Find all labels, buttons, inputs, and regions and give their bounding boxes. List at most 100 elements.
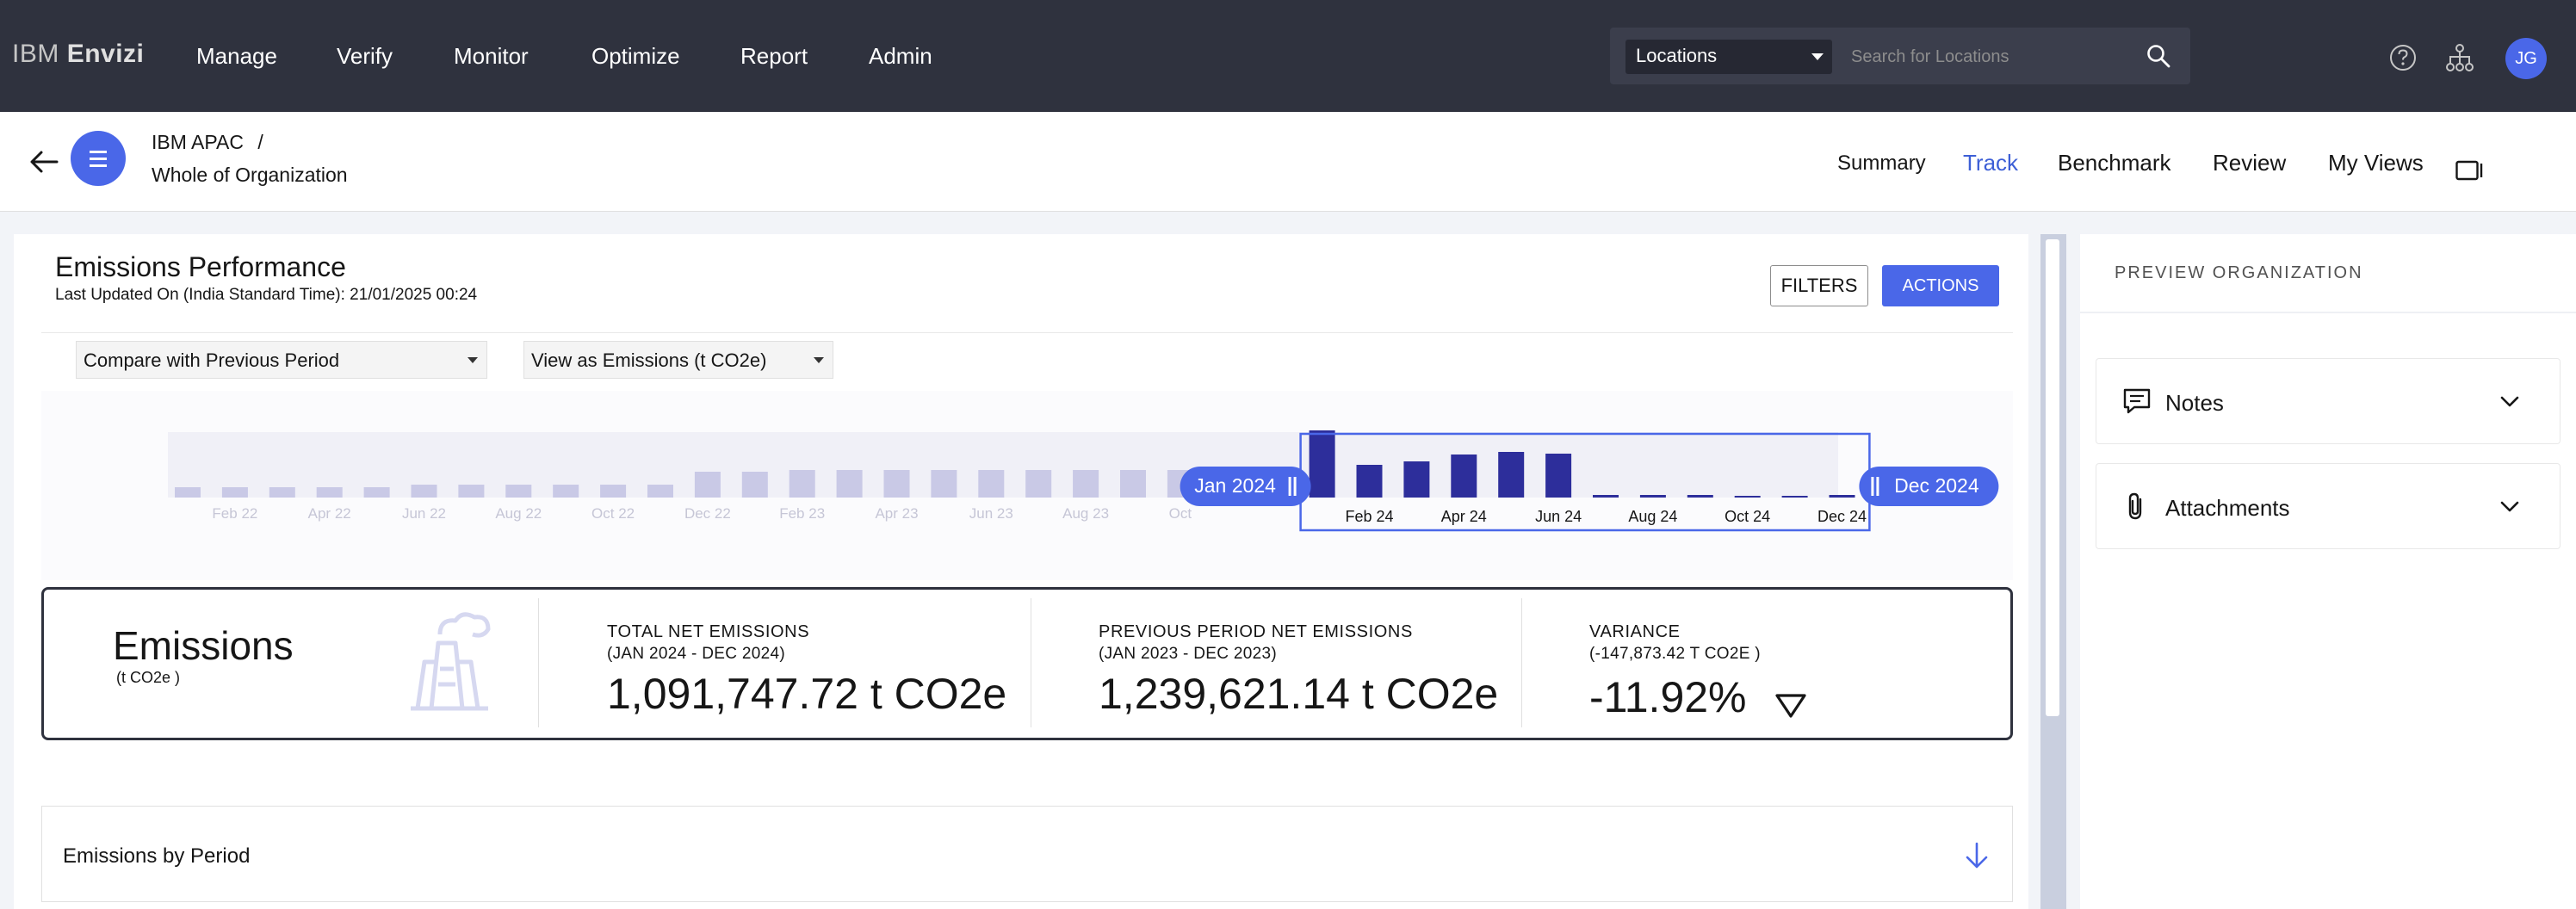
chart-tick-label: Dec 24 bbox=[1817, 508, 1867, 525]
help-icon[interactable] bbox=[2388, 43, 2418, 72]
chart-bar bbox=[931, 470, 957, 498]
previous-period-emissions-period: (JAN 2023 - DEC 2023) bbox=[1099, 645, 1277, 663]
tab-review[interactable]: Review bbox=[2213, 150, 2286, 176]
view-as-select[interactable]: View as Emissions (t CO2e) bbox=[523, 341, 833, 379]
chart-bar-selected bbox=[1639, 495, 1666, 498]
hamburger-menu-button[interactable] bbox=[71, 131, 126, 186]
filters-button[interactable]: FILTERS bbox=[1770, 265, 1868, 306]
divider bbox=[41, 332, 2013, 333]
location-type-select[interactable]: Locations bbox=[1625, 40, 1832, 74]
variance-amount: (-147,873.42 T CO2E ) bbox=[1589, 645, 1761, 663]
avatar[interactable]: JG bbox=[2505, 38, 2547, 79]
chart-bar-selected bbox=[1781, 496, 1808, 498]
decrease-triangle-icon bbox=[1775, 694, 1806, 718]
chart-bar-selected bbox=[1687, 495, 1713, 498]
scrollbar-thumb[interactable] bbox=[2046, 239, 2059, 716]
menu-line bbox=[90, 151, 107, 153]
chart-bar bbox=[553, 485, 579, 498]
chart-bar bbox=[1025, 470, 1052, 498]
brand-product: Envizi bbox=[66, 40, 145, 68]
hierarchy-icon[interactable] bbox=[2443, 41, 2476, 74]
factory-icon bbox=[411, 612, 491, 711]
chart-bar bbox=[1073, 470, 1099, 498]
drag-grip-icon bbox=[1293, 477, 1297, 496]
arrow-down-icon[interactable] bbox=[1964, 841, 1990, 870]
compare-period-value: Compare with Previous Period bbox=[84, 349, 340, 371]
chart-bar bbox=[600, 485, 627, 498]
breadcrumb-parent[interactable]: IBM APAC / bbox=[152, 131, 263, 154]
comment-icon bbox=[2123, 388, 2151, 414]
chart-bar-selected bbox=[1451, 454, 1477, 498]
emissions-performance-card: Emissions Performance Last Updated On (I… bbox=[14, 234, 2028, 909]
breadcrumb-current: Whole of Organization bbox=[152, 164, 348, 186]
tab-benchmark[interactable]: Benchmark bbox=[2058, 150, 2171, 176]
side-panel-toggle-icon[interactable] bbox=[2455, 160, 2485, 181]
vertical-scrollbar[interactable] bbox=[2040, 234, 2066, 909]
chart-bar bbox=[789, 470, 815, 498]
divider bbox=[2080, 312, 2576, 313]
compare-period-select[interactable]: Compare with Previous Period bbox=[76, 341, 487, 379]
chart-bar bbox=[741, 472, 768, 498]
previous-period-emissions-label: PREVIOUS PERIOD NET EMISSIONS bbox=[1099, 622, 1413, 641]
tab-track[interactable]: Track bbox=[1963, 150, 2018, 176]
chart-bar bbox=[411, 485, 437, 498]
chart-bar-selected bbox=[1356, 465, 1383, 498]
chart-bar bbox=[1120, 470, 1146, 498]
emissions-by-period-section[interactable]: Emissions by Period bbox=[41, 806, 2013, 902]
nav-item-optimize[interactable]: Optimize bbox=[591, 43, 680, 70]
chart-tick-label: Aug 22 bbox=[495, 505, 542, 522]
timeline-chart[interactable]: Feb 22 Apr 22 Jun 22 Aug 22 Oct 22 Dec 22 Feb … bbox=[41, 391, 2013, 580]
tab-my-views[interactable]: My Views bbox=[2328, 150, 2424, 176]
search-icon[interactable] bbox=[2146, 43, 2171, 69]
chart-tick-label: Apr 23 bbox=[875, 505, 918, 522]
nav-item-manage[interactable]: Manage bbox=[196, 43, 277, 70]
actions-button[interactable]: ACTIONS bbox=[1882, 265, 1999, 306]
range-end-label: Dec 2024 bbox=[1894, 474, 1979, 497]
variance-label: VARIANCE bbox=[1589, 622, 1681, 641]
chart-bar bbox=[647, 485, 673, 498]
breadcrumb-separator: / bbox=[257, 131, 263, 153]
chart-bar-selected bbox=[1403, 461, 1430, 498]
attachments-label: Attachments bbox=[2165, 495, 2290, 521]
chevron-down-icon bbox=[2500, 396, 2519, 407]
sub-header: IBM APAC / Whole of Organization Summary… bbox=[0, 112, 2576, 212]
nav-item-admin[interactable]: Admin bbox=[869, 43, 932, 70]
notes-label: Notes bbox=[2165, 390, 2224, 416]
chevron-down-icon bbox=[2500, 501, 2519, 512]
chart-bar bbox=[363, 487, 390, 498]
chart-tick-label: Jun 24 bbox=[1535, 508, 1582, 525]
nav-item-verify[interactable]: Verify bbox=[337, 43, 393, 70]
chart-bar bbox=[175, 487, 201, 498]
nav-item-report[interactable]: Report bbox=[740, 43, 808, 70]
search-input[interactable] bbox=[1844, 40, 2128, 74]
tab-summary[interactable]: Summary bbox=[1837, 152, 1926, 176]
notes-accordion[interactable]: Notes bbox=[2096, 358, 2561, 444]
chart-tick-label: Jun 22 bbox=[402, 505, 446, 522]
drag-grip-icon bbox=[1288, 477, 1291, 496]
chart-bar-selected bbox=[1545, 454, 1572, 498]
chart-tick-label: Jun 23 bbox=[969, 505, 1013, 522]
caret-down-icon bbox=[814, 357, 824, 363]
chart-bar bbox=[316, 487, 343, 498]
summary-title: Emissions bbox=[113, 623, 294, 668]
chart-tick-label: Oct bbox=[1169, 505, 1192, 522]
divider bbox=[1521, 598, 1522, 727]
chart-bar-selected bbox=[1498, 452, 1525, 498]
summary-unit: (t CO2e ) bbox=[116, 669, 181, 686]
view-as-value: View as Emissions (t CO2e) bbox=[531, 349, 767, 371]
chart-tick-label: Feb 23 bbox=[779, 505, 825, 522]
attachments-accordion[interactable]: Attachments bbox=[2096, 463, 2561, 549]
back-arrow-icon[interactable] bbox=[26, 146, 60, 177]
chart-bar bbox=[458, 485, 485, 498]
brand-logo[interactable]: IBM Envizi bbox=[12, 40, 144, 69]
location-search: Locations bbox=[1610, 28, 2190, 84]
chart-bar bbox=[269, 487, 295, 498]
chart-bar-selected bbox=[1593, 495, 1619, 498]
nav-item-monitor[interactable]: Monitor bbox=[454, 43, 529, 70]
drag-grip-icon bbox=[1876, 477, 1879, 496]
menu-line bbox=[90, 164, 107, 167]
previous-period-emissions-value: 1,239,621.14 t CO2e bbox=[1099, 670, 1499, 718]
range-start-label: Jan 2024 bbox=[1194, 474, 1276, 497]
chart-bar bbox=[978, 470, 1005, 498]
total-net-emissions-value: 1,091,747.72 t CO2e bbox=[607, 670, 1007, 718]
